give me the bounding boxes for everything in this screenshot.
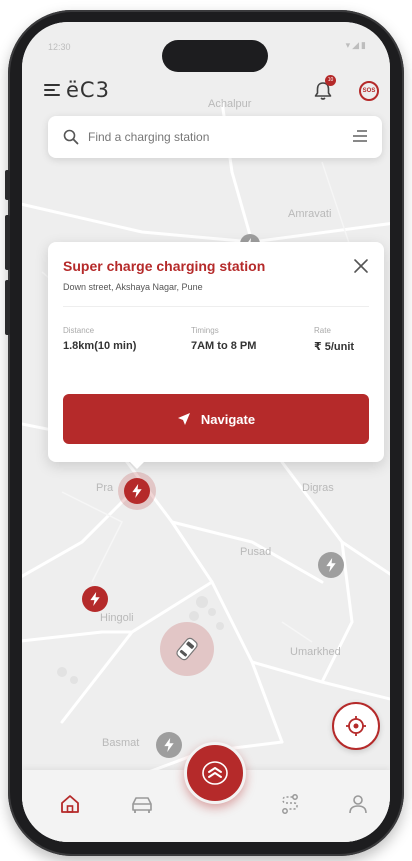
selected-station-pin[interactable] [124,478,150,504]
home-icon [61,795,79,813]
charging-station-pin[interactable] [156,732,182,758]
side-button [5,215,10,270]
lightning-icon [90,592,100,606]
card-pointer [127,459,147,469]
crosshair-icon [346,716,366,736]
lightning-icon [132,484,142,498]
side-button [5,280,10,335]
car-location-icon [176,637,198,661]
nav-profile[interactable] [344,790,372,818]
nav-home[interactable] [56,790,84,818]
charge-center-icon [202,761,228,785]
charge-center-button[interactable] [184,742,246,804]
station-info-card: Super charge charging station Down stree… [48,242,384,462]
stat-label: Rate [314,326,331,335]
app-logo: ëC3 [66,78,110,102]
stat-label: Timings [191,326,219,335]
lightning-icon [326,558,336,572]
nav-routes[interactable] [276,790,304,818]
filter-icon[interactable] [353,130,367,142]
map-label: Hingoli [100,612,134,624]
status-icons: ▾◢▮ [345,40,368,50]
map-label: Umarkhed [290,646,341,658]
lightning-icon [164,738,174,752]
nav-vehicles[interactable] [128,790,156,818]
notification-badge: 10 [325,75,336,86]
stat-rate: Rate ₹ 5/unit [314,326,354,353]
navigate-label: Navigate [200,411,256,427]
map-label: Digras [302,482,334,494]
navigate-button[interactable]: Navigate [63,394,369,444]
stat-value: ₹ 5/unit [314,341,355,353]
sos-button[interactable]: SOS [359,81,379,101]
stat-distance: Distance 1.8km(10 min) [63,326,136,352]
map-label: Pra [96,482,114,494]
locate-me-button[interactable] [332,702,380,750]
divider [63,306,369,307]
navigation-arrow-icon [177,413,190,425]
charging-station-pin[interactable] [318,552,344,578]
map-label: Amravati [288,208,332,220]
side-button [5,170,10,200]
app-screen: 12:30 ▾◢▮ ëC3 10 SOS Achalpur Amravati P… [22,22,390,842]
car-icon [132,797,152,813]
map-label: Achalpur [208,98,252,110]
map-label: Basmat [102,737,140,749]
stat-value: 1.8km(10 min) [63,340,137,352]
route-icon [282,794,298,814]
search-bar[interactable] [48,116,382,158]
menu-icon[interactable] [44,84,60,96]
profile-icon [349,795,367,814]
search-icon [63,129,79,145]
dynamic-island [162,40,268,72]
station-address: Down street, Akshaya Nagar, Pune [63,282,203,292]
app-header: ëC3 10 SOS [22,72,390,112]
search-input[interactable] [88,127,328,147]
stat-label: Distance [63,326,95,335]
charging-station-pin[interactable] [82,586,108,612]
status-time: 12:30 [48,42,71,52]
stat-timings: Timings 7AM to 8 PM [191,326,256,352]
map-label: Pusad [240,546,272,558]
station-title: Super charge charging station [63,258,266,274]
stat-value: 7AM to 8 PM [191,340,257,352]
close-icon[interactable] [353,258,369,274]
